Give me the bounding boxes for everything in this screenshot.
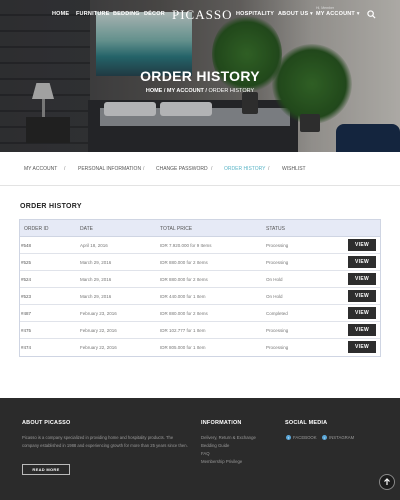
social-label: FACEBOOK bbox=[293, 435, 317, 440]
order-status: Completed bbox=[266, 311, 288, 316]
order-id: #524 bbox=[21, 277, 32, 282]
order-id: #523 bbox=[21, 294, 32, 299]
order-status: On Hold bbox=[266, 277, 283, 282]
tab-separator: / bbox=[211, 166, 213, 172]
view-order-button[interactable]: VIEW bbox=[348, 239, 376, 251]
footer-information-heading: INFORMATION bbox=[201, 420, 242, 426]
nav-link-furniture[interactable]: FURNITURE bbox=[76, 11, 110, 17]
view-order-button[interactable]: VIEW bbox=[348, 256, 376, 268]
footer-link-bedding-guide[interactable]: Bedding Guide bbox=[201, 443, 229, 448]
tab-order-history[interactable]: ORDER HISTORY bbox=[224, 166, 266, 172]
order-date: March 29, 2016 bbox=[80, 260, 112, 265]
column-total-price: TOTAL PRICE bbox=[160, 226, 193, 232]
nav-link-hospitality[interactable]: HOSPITALITY bbox=[236, 11, 274, 17]
page-title: ORDER HISTORY bbox=[140, 68, 260, 84]
order-total: IDR 805.000 for 1 Item bbox=[160, 345, 206, 350]
nav-link-about-us[interactable]: ABOUT US ▾ bbox=[278, 11, 313, 17]
order-id: #487 bbox=[21, 311, 32, 316]
arrow-up-icon bbox=[384, 478, 390, 485]
nav-link-decor[interactable]: DÉCOR bbox=[144, 11, 165, 17]
column-status: STATUS bbox=[266, 226, 285, 232]
view-order-button[interactable]: VIEW bbox=[348, 341, 376, 353]
footer-link-delivery[interactable]: Delivery, Return & Exchange bbox=[201, 435, 256, 440]
order-date: March 29, 2016 bbox=[80, 294, 112, 299]
read-more-button[interactable]: READ MORE bbox=[22, 464, 70, 475]
breadcrumb-path[interactable]: HOME / MY ACCOUNT / bbox=[146, 88, 207, 94]
table-body: #548 April 18, 2016 IDR 7.920.000 for 9 It… bbox=[20, 237, 380, 356]
social-label: INSTAGRAM bbox=[329, 435, 355, 440]
order-id: #475 bbox=[21, 328, 32, 333]
nav-link-my-account[interactable]: MY ACCOUNT ▾ bbox=[316, 11, 360, 17]
table-header: ORDER ID DATE TOTAL PRICE STATUS bbox=[20, 220, 380, 237]
order-date: February 22, 2016 bbox=[80, 345, 117, 350]
view-order-button[interactable]: VIEW bbox=[348, 324, 376, 336]
order-date: February 22, 2016 bbox=[80, 328, 117, 333]
order-date: February 23, 2016 bbox=[80, 311, 117, 316]
tab-personal-information[interactable]: PERSONAL INFORMATION bbox=[78, 166, 141, 172]
tab-change-password[interactable]: CHANGE PASSWORD bbox=[156, 166, 208, 172]
breadcrumb: HOME / MY ACCOUNT / ORDER HISTORY bbox=[0, 88, 400, 94]
back-to-top-button[interactable] bbox=[379, 474, 395, 490]
column-order-id: ORDER ID bbox=[24, 226, 49, 232]
footer-social-heading: SOCIAL MEDIA bbox=[285, 420, 328, 426]
order-total: IDR 880.000 for 2 Items bbox=[160, 277, 208, 282]
footer-about-text: Picasso is a company specialized in prov… bbox=[22, 435, 174, 440]
order-id: #548 bbox=[21, 243, 32, 248]
footer-link-faq[interactable]: FAQ bbox=[201, 451, 210, 456]
table-row: #487 February 23, 2016 IDR 880.000 for 2 I… bbox=[20, 305, 380, 322]
table-row: #523 March 29, 2016 IDR 440.000 for 1 Item… bbox=[20, 288, 380, 305]
table-row: #475 February 22, 2016 IDR 102.777 for 1 I… bbox=[20, 322, 380, 339]
order-status: Processing bbox=[266, 243, 289, 248]
order-status: Processing bbox=[266, 345, 289, 350]
order-status: Processing bbox=[266, 260, 289, 265]
order-total: IDR 440.000 for 1 Item bbox=[160, 294, 206, 299]
footer-link-membership[interactable]: Membership Privilege bbox=[201, 459, 242, 464]
nav-link-home[interactable]: HOME bbox=[52, 11, 69, 17]
facebook-icon: f bbox=[286, 435, 291, 440]
footer: ABOUT PICASSO Picasso is a company speci… bbox=[0, 398, 400, 500]
social-link-instagram[interactable]: i INSTAGRAM bbox=[322, 435, 354, 440]
view-order-button[interactable]: VIEW bbox=[348, 290, 376, 302]
view-order-button[interactable]: VIEW bbox=[348, 273, 376, 285]
breadcrumb-current: ORDER HISTORY bbox=[208, 88, 255, 94]
column-date: DATE bbox=[80, 226, 93, 232]
order-id: #474 bbox=[21, 345, 32, 350]
order-total: IDR 880.000 for 2 Items bbox=[160, 260, 208, 265]
view-order-button[interactable]: VIEW bbox=[348, 307, 376, 319]
order-history-table: ORDER ID DATE TOTAL PRICE STATUS #548 Apr… bbox=[19, 219, 381, 357]
instagram-icon: i bbox=[322, 435, 327, 440]
order-total: IDR 880.000 for 2 Items bbox=[160, 311, 208, 316]
nav-link-bedding[interactable]: BEDDING bbox=[113, 11, 140, 17]
search-icon[interactable] bbox=[367, 10, 376, 19]
order-date: April 18, 2016 bbox=[80, 243, 108, 248]
table-row: #525 March 29, 2016 IDR 880.000 for 2 Item… bbox=[20, 254, 380, 271]
logo[interactable]: PICASSO bbox=[172, 7, 232, 23]
order-total: IDR 7.920.000 for 9 Items bbox=[160, 243, 212, 248]
order-total: IDR 102.777 for 1 Item bbox=[160, 328, 206, 333]
tab-separator: / bbox=[268, 166, 270, 172]
table-row: #524 March 29, 2016 IDR 880.000 for 2 Item… bbox=[20, 271, 380, 288]
table-row: #474 February 22, 2016 IDR 805.000 for 1 I… bbox=[20, 339, 380, 356]
tab-my-account[interactable]: MY ACCOUNT bbox=[24, 166, 57, 172]
order-history-heading: ORDER HISTORY bbox=[20, 203, 82, 210]
account-tabs: MY ACCOUNT / PERSONAL INFORMATION / CHAN… bbox=[0, 152, 400, 186]
tab-separator: / bbox=[143, 166, 145, 172]
table-row: #548 April 18, 2016 IDR 7.920.000 for 9 It… bbox=[20, 237, 380, 254]
footer-about-text: company established in 1988 and experien… bbox=[22, 443, 188, 448]
order-id: #525 bbox=[21, 260, 32, 265]
tab-separator: / bbox=[64, 166, 66, 172]
order-status: Processing bbox=[266, 328, 289, 333]
social-link-facebook[interactable]: f FACEBOOK bbox=[286, 435, 317, 440]
footer-about-heading: ABOUT PICASSO bbox=[22, 420, 71, 426]
tab-wishlist[interactable]: WISHLIST bbox=[282, 166, 306, 172]
order-status: On Hold bbox=[266, 294, 283, 299]
top-navigation: HOME FURNITURE BEDDING DÉCOR PICASSO HOS… bbox=[0, 0, 400, 30]
order-date: March 29, 2016 bbox=[80, 277, 112, 282]
account-greeting: Hi, Member bbox=[316, 6, 335, 10]
